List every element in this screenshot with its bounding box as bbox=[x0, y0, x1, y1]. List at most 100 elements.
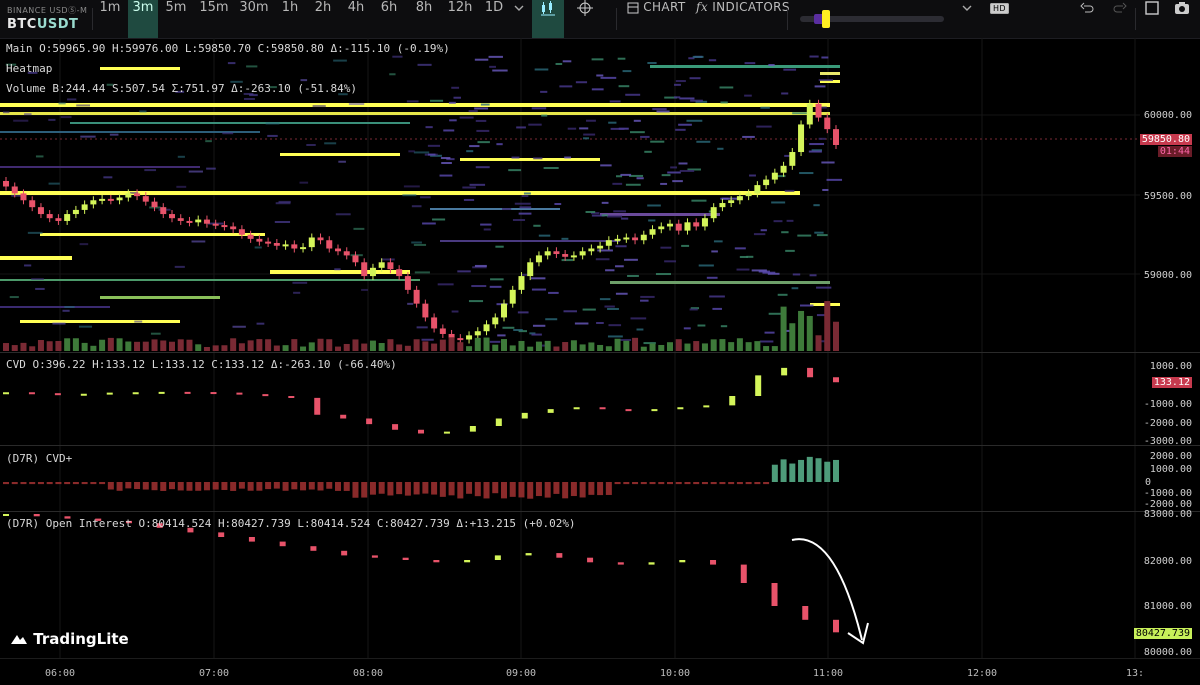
price-candle bbox=[64, 214, 71, 221]
draw-tools-button[interactable] bbox=[570, 0, 600, 38]
volume-bar bbox=[134, 341, 141, 351]
slider-high-handle[interactable] bbox=[822, 10, 830, 28]
cvdplus-axis-tick: 0 bbox=[1145, 477, 1152, 488]
volume-bar bbox=[579, 344, 586, 351]
heatmap-range-slider[interactable] bbox=[800, 10, 944, 28]
volume-bar bbox=[824, 301, 831, 351]
main-pane-label[interactable]: Main bbox=[6, 42, 33, 55]
heatmap-dot bbox=[562, 60, 572, 63]
pane-divider[interactable] bbox=[0, 352, 1200, 353]
price-candle bbox=[544, 251, 551, 256]
indicators-button[interactable]: fx INDICATORS bbox=[696, 0, 790, 38]
chart-button[interactable]: CHART bbox=[627, 0, 686, 38]
heatmap-dot bbox=[222, 132, 234, 135]
cvdplus-bar bbox=[806, 456, 813, 482]
volume-bar bbox=[29, 346, 36, 351]
heatmap-dot bbox=[601, 214, 608, 217]
cvd-candle bbox=[106, 392, 113, 395]
timeframe-4h[interactable]: 4h bbox=[342, 0, 370, 38]
cvdplus-bar bbox=[562, 482, 569, 499]
cvdplus-bar bbox=[535, 482, 542, 497]
cvd-label[interactable]: CVD bbox=[6, 358, 26, 371]
heatmap-dot bbox=[610, 127, 625, 130]
price-candle bbox=[203, 219, 210, 224]
timeframe-8h[interactable]: 8h bbox=[409, 0, 439, 38]
heatmap-dot bbox=[596, 321, 604, 324]
timeframe-1h[interactable]: 1h bbox=[276, 0, 304, 38]
cvd-pane-header: CVD O:396.22 H:133.12 L:133.12 C:133.12 … bbox=[6, 358, 397, 371]
price-candle bbox=[238, 229, 245, 235]
price-candle bbox=[151, 201, 158, 208]
pane-divider[interactable] bbox=[0, 445, 1200, 446]
heatmap-dot bbox=[531, 288, 547, 291]
cvd-candle bbox=[366, 418, 373, 425]
heatmap-dot bbox=[678, 162, 688, 165]
price-candle bbox=[527, 262, 534, 277]
price-axis-tick: 59500.00 bbox=[1143, 191, 1192, 202]
price-candle bbox=[11, 186, 18, 194]
time-axis-tick: 08:00 bbox=[352, 668, 384, 679]
timeframe-dropdown[interactable] bbox=[511, 0, 527, 38]
cvd-candle bbox=[703, 405, 710, 408]
pane-divider[interactable] bbox=[0, 511, 1200, 512]
timeframe-2h[interactable]: 2h bbox=[309, 0, 337, 38]
heatmap-dot bbox=[591, 58, 604, 61]
heatmap-dot bbox=[427, 144, 441, 147]
volume-stats: B:244.44 S:507.54 Σ:751.97 Δ:-263.10 (-5… bbox=[52, 82, 358, 95]
hd-button[interactable]: HD bbox=[990, 0, 1009, 38]
oi-candle bbox=[494, 555, 501, 560]
price-candle bbox=[466, 335, 473, 340]
heatmap-dot bbox=[762, 271, 776, 274]
cvdplus-bar bbox=[160, 482, 167, 491]
heatmap-dot bbox=[786, 219, 794, 222]
symbol-selector[interactable]: BINANCE USDⓈ-M BTCUSDT bbox=[7, 5, 87, 32]
heatmap-dot bbox=[246, 65, 258, 68]
price-candle bbox=[230, 226, 237, 230]
price-candle bbox=[396, 269, 403, 277]
heatmap-band bbox=[100, 67, 180, 70]
timeframe-1D[interactable]: 1D bbox=[480, 0, 508, 38]
price-candle bbox=[169, 214, 175, 219]
heatmap-dot bbox=[689, 308, 698, 311]
heatmap-dot bbox=[176, 185, 187, 188]
cvd-candle bbox=[677, 407, 684, 410]
heatmap-label[interactable]: Heatmap bbox=[6, 62, 52, 75]
candle-type-button[interactable] bbox=[532, 0, 564, 38]
timeframe-6h[interactable]: 6h bbox=[375, 0, 403, 38]
divider bbox=[787, 8, 788, 30]
volume-bar bbox=[736, 338, 743, 351]
cvdplus-label[interactable]: (D7R) CVD+ bbox=[6, 452, 72, 465]
slider-dropdown[interactable] bbox=[962, 0, 976, 38]
timeframe-3m[interactable]: 3m bbox=[128, 0, 158, 38]
heatmap-dot bbox=[783, 68, 797, 71]
cvdplus-bar bbox=[719, 482, 726, 485]
timeframe-30m[interactable]: 30m bbox=[236, 0, 272, 38]
timeframe-15m[interactable]: 15m bbox=[196, 0, 232, 38]
oi-label[interactable]: (D7R) Open Interest bbox=[6, 517, 132, 530]
screenshot-button[interactable] bbox=[1174, 0, 1192, 38]
volume-label[interactable]: Volume bbox=[6, 82, 46, 95]
oi-candle bbox=[279, 541, 286, 547]
cvdplus-bar bbox=[317, 482, 324, 491]
time-axis-tick: 10:00 bbox=[659, 668, 691, 679]
cvdplus-bar bbox=[151, 482, 158, 491]
cvdplus-bar bbox=[413, 482, 420, 495]
price-candle bbox=[798, 124, 805, 153]
cvdplus-bar bbox=[658, 482, 665, 485]
cvdplus-bar bbox=[780, 459, 787, 482]
redo-button[interactable] bbox=[1113, 0, 1129, 38]
timeframe-12h[interactable]: 12h bbox=[444, 0, 476, 38]
undo-button[interactable] bbox=[1080, 0, 1096, 38]
heatmap-dot bbox=[615, 265, 624, 268]
heatmap-dot bbox=[24, 113, 32, 116]
price-candle bbox=[81, 204, 88, 210]
timeframe-1m[interactable]: 1m bbox=[97, 0, 123, 38]
timeframe-5m[interactable]: 5m bbox=[161, 0, 191, 38]
cvdplus-bar bbox=[422, 482, 429, 494]
cvdplus-bar bbox=[736, 482, 743, 485]
heatmap-dot bbox=[818, 137, 826, 140]
cvdplus-bar bbox=[247, 482, 254, 491]
cvd-candle bbox=[625, 409, 632, 412]
volume-bar bbox=[230, 338, 237, 351]
fullscreen-button[interactable] bbox=[1145, 0, 1161, 38]
